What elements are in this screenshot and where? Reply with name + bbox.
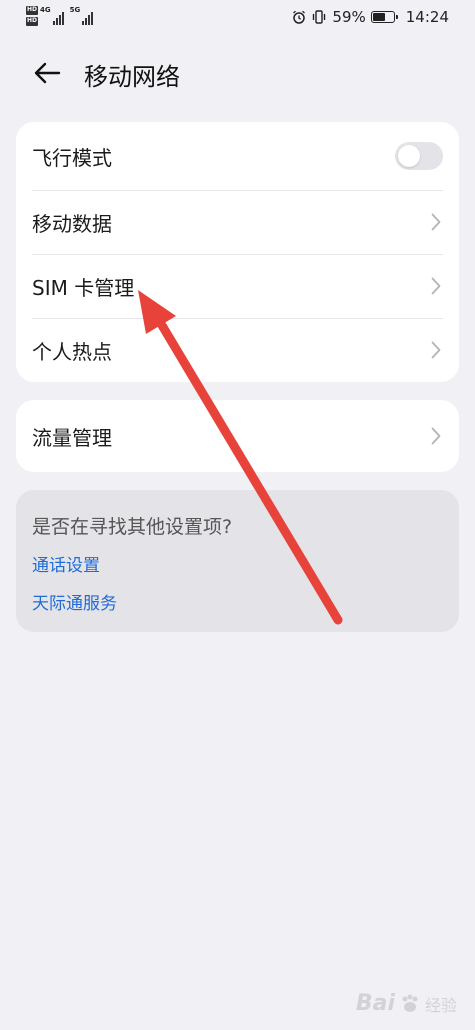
status-bar: HD HD 4G 5G 59% 14:24 <box>0 0 475 36</box>
back-button[interactable] <box>30 58 64 88</box>
airplane-mode-label: 飞行模式 <box>32 145 112 170</box>
watermark-text: Bai <box>355 991 395 1016</box>
battery-percent: 59% <box>332 8 366 26</box>
chevron-right-icon <box>431 427 441 445</box>
screen: HD HD 4G 5G 59% 14:24 移动网络 飞行模式 移动数据 SIM… <box>0 0 475 1030</box>
arrow-left-icon <box>34 62 61 84</box>
vibrate-icon <box>313 10 326 24</box>
sim1-network-type: 4G <box>40 6 51 14</box>
call-settings-link[interactable]: 通话设置 <box>32 551 443 576</box>
mobile-data-label: 移动数据 <box>32 211 112 236</box>
traffic-management-card: 流量管理 <box>16 400 459 472</box>
clock: 14:24 <box>405 8 449 26</box>
airplane-mode-toggle[interactable] <box>395 142 443 170</box>
alarm-icon <box>293 10 306 24</box>
battery-level <box>372 13 385 21</box>
sim2-signal: 5G <box>70 6 94 26</box>
sim1-signal-bars-icon <box>52 11 64 25</box>
airplane-mode-row[interactable]: 飞行模式 <box>16 122 459 190</box>
related-settings-suggestion: 是否在寻找其他设置项? 通话设置 天际通服务 <box>16 490 459 632</box>
chevron-right-icon <box>431 213 441 231</box>
status-right: 59% 14:24 <box>292 8 449 26</box>
chevron-right-icon <box>431 277 441 295</box>
page-title: 移动网络 <box>84 63 180 91</box>
sim-card-management-row[interactable]: SIM 卡管理 <box>16 254 459 318</box>
sim-card-management-label: SIM 卡管理 <box>32 275 135 300</box>
mobile-data-row[interactable]: 移动数据 <box>16 190 459 254</box>
mobile-network-settings-card: 飞行模式 移动数据 SIM 卡管理 个人热点 <box>16 122 459 382</box>
sim2-signal-bars-icon <box>82 11 94 25</box>
baidu-watermark: Bai 经验 <box>356 991 457 1016</box>
sim2-hd-badge: HD <box>26 17 39 26</box>
battery-icon <box>370 11 398 23</box>
signal-group: HD HD 4G 5G <box>26 6 94 26</box>
personal-hotspot-row[interactable]: 个人热点 <box>16 318 459 382</box>
skytone-service-link[interactable]: 天际通服务 <box>32 589 443 614</box>
sim1-hd-badge: HD <box>26 6 39 15</box>
paw-icon <box>402 994 418 1012</box>
app-header: 移动网络 <box>0 52 475 96</box>
sim2-network-type: 5G <box>69 6 81 14</box>
watermark-text-cn: 经验 <box>424 995 457 1015</box>
chevron-right-icon <box>431 341 441 359</box>
traffic-management-label: 流量管理 <box>32 425 112 450</box>
sim1-signal: HD HD 4G <box>26 6 64 26</box>
suggestion-title: 是否在寻找其他设置项? <box>32 516 233 538</box>
traffic-management-row[interactable]: 流量管理 <box>16 400 459 472</box>
toggle-knob <box>398 145 420 167</box>
personal-hotspot-label: 个人热点 <box>32 339 112 364</box>
